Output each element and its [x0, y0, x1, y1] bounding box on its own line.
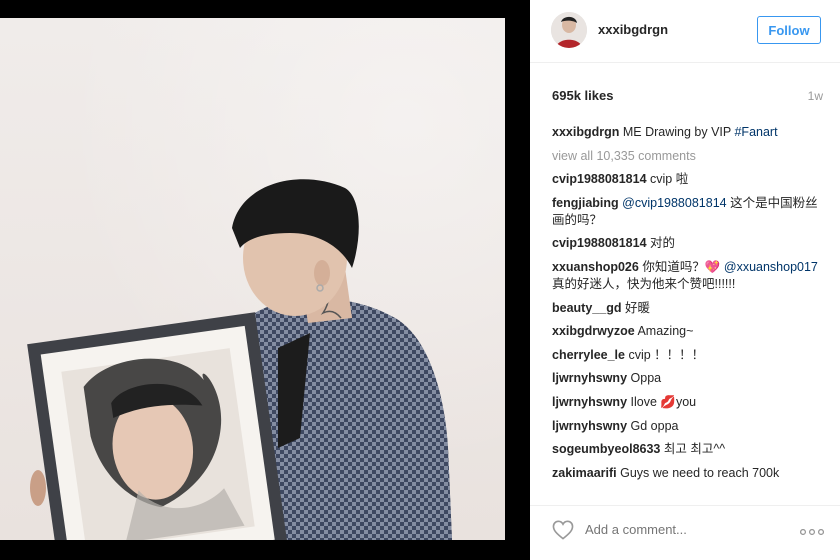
post-header: xxxibgdrgn Follow [530, 0, 840, 63]
comment-item: zakimaarifi Guys we need to reach 700k [552, 465, 824, 482]
comment-mention[interactable]: @xxuanshop017 [724, 260, 818, 274]
comment-text: 你知道吗？💖 [642, 259, 724, 274]
comment-username[interactable]: cherrylee_le [552, 348, 625, 362]
comment-text: 好暖 [624, 300, 650, 315]
more-options-icon[interactable] [800, 529, 824, 535]
comment-item: ljwrnyhswny Gd oppa [552, 418, 824, 435]
photo-illustration [27, 179, 452, 540]
post-details-panel: xxxibgdrgn Follow 695k likes 1w xxxibgdr… [530, 0, 840, 560]
caption-text: ME Drawing by VIP [622, 125, 735, 139]
comment-username[interactable]: ljwrnyhswny [552, 395, 627, 409]
comment-mention[interactable]: @cvip1988081814 [622, 196, 726, 210]
comment-item: xxibgdrwyzoe Amazing~ [552, 323, 824, 340]
view-all-comments-link[interactable]: view all 10,335 comments [552, 148, 824, 165]
add-comment-input[interactable] [585, 522, 765, 537]
comment-text: 对的 [650, 236, 676, 251]
comment-username[interactable]: ljwrnyhswny [552, 371, 627, 385]
comment-text-continued: 真的好迷人，快为他来个赞吧!!!!!! [552, 276, 736, 291]
comment-item: cvip1988081814 cvip 啦 [552, 171, 824, 188]
comment-username[interactable]: cvip1988081814 [552, 236, 647, 250]
comment-item: cherrylee_le cvip ！！！！ [552, 347, 824, 364]
comment-username[interactable]: cvip1988081814 [552, 172, 647, 186]
comment-item: ljwrnyhswny Ilove 💋you [552, 394, 824, 411]
comment-username[interactable]: xxibgdrwyzoe [552, 324, 635, 338]
comment-username[interactable]: xxuanshop026 [552, 260, 639, 274]
post-username[interactable]: xxxibgdrgn [598, 22, 668, 37]
comment-list: xxxibgdrgn ME Drawing by VIP #Fanart vie… [552, 124, 824, 488]
comment-username[interactable]: sogeumbyeol8633 [552, 442, 660, 456]
comment-item: ljwrnyhswny Oppa [552, 370, 824, 387]
comment-item: fengjiabing @cvip1988081814 这个是中国粉丝画的吗？ [552, 195, 824, 229]
comment-text: Ilove 💋you [630, 394, 697, 409]
post-photo[interactable] [0, 18, 505, 540]
comment-text: Amazing~ [637, 324, 694, 339]
caption-hashtag[interactable]: #Fanart [734, 125, 777, 139]
comment-text: Gd oppa [630, 418, 679, 433]
comment-item: sogeumbyeol8633 최고 최고^^ [552, 441, 824, 458]
likes-count[interactable]: 695k likes [552, 88, 822, 103]
comment-username[interactable]: ljwrnyhswny [552, 419, 627, 433]
comment-text: cvip ！！！！ [628, 347, 705, 362]
comment-text: Oppa [630, 371, 662, 386]
comment-composer [530, 505, 840, 552]
comment-text: 최고 최고^^ [663, 442, 726, 457]
caption: xxxibgdrgn ME Drawing by VIP #Fanart [552, 124, 824, 141]
comment-text: cvip 啦 [650, 172, 689, 187]
comment-username[interactable]: zakimaarifi [552, 466, 617, 480]
post-time[interactable]: 1w [808, 89, 823, 103]
comment-item: cvip1988081814 对的 [552, 235, 824, 252]
comment-item: xxuanshop026 你知道吗？💖 @xxuanshop017 真的好迷人，… [552, 259, 824, 293]
comment-text: Guys we need to reach 700k [620, 465, 780, 480]
comment-username[interactable]: fengjiabing [552, 196, 619, 210]
avatar[interactable] [551, 12, 587, 48]
caption-username[interactable]: xxxibgdrgn [552, 125, 619, 139]
heart-icon[interactable] [552, 520, 574, 540]
avatar-image [551, 12, 587, 48]
comment-item: beauty__gd 好暖 [552, 300, 824, 317]
comment-username[interactable]: beauty__gd [552, 301, 621, 315]
follow-button[interactable]: Follow [757, 16, 821, 44]
